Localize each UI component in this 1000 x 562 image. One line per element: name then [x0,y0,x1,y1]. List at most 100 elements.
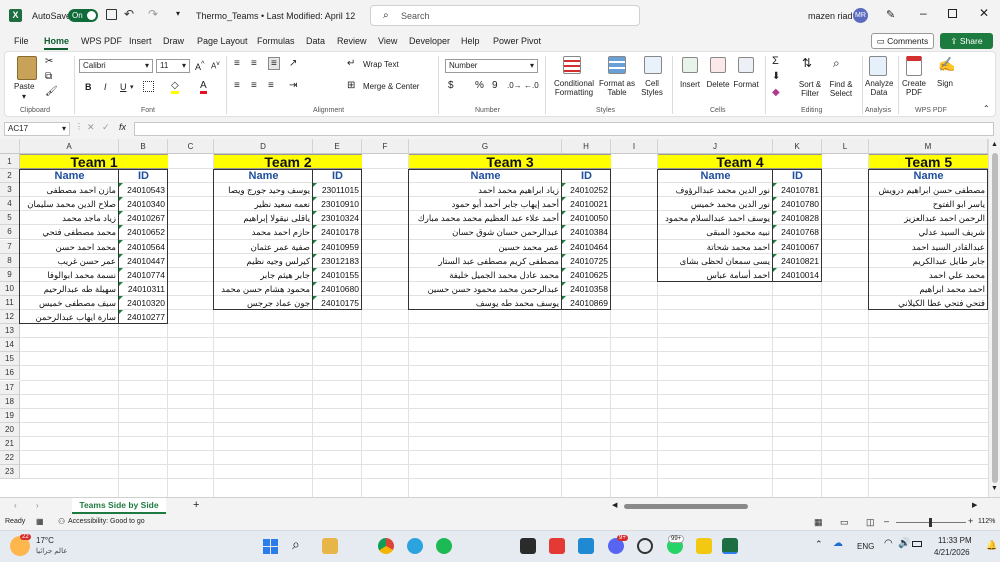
member-name[interactable]: سهيلة طه عبدالرحيم [20,282,119,296]
wifi-icon[interactable]: ◠ [884,538,893,549]
tab-insert[interactable]: Insert [129,36,152,46]
prev-sheet-icon[interactable]: ‹ [14,501,17,510]
accessibility-icon[interactable]: ⚇ [58,517,65,526]
member-id[interactable]: 24010781 [773,183,822,197]
member-name[interactable]: يوسف وحيد جورج ويصا [214,183,313,197]
zoom-slider-thumb[interactable] [929,518,932,527]
tab-review[interactable]: Review [337,36,367,46]
italic-button[interactable]: I [104,82,107,92]
member-id[interactable]: 24010175 [313,295,362,310]
minimize-icon[interactable]: – [920,6,927,20]
zoom-in-icon[interactable]: + [968,516,973,526]
fill-icon[interactable]: ⬇ [772,71,780,82]
column-header[interactable]: G [409,139,562,154]
volume-icon[interactable]: 🔊 [898,538,910,549]
formula-bar-menu-icon[interactable]: ⋮ [75,122,83,131]
member-id[interactable]: 24010050 [562,211,611,225]
document-title[interactable]: Thermo_Teams • Last Modified: April 12 [196,11,355,21]
excel-taskbar-icon[interactable] [722,538,738,554]
member-name[interactable]: زياد ماجد محمد [20,211,119,225]
comma-button[interactable]: 9 [492,80,498,91]
member-id[interactable]: 23011015 [313,183,362,197]
increase-decimal-icon[interactable]: .0→ [507,81,522,90]
terminal-icon[interactable] [520,538,536,554]
row-header[interactable]: 21 [0,436,20,451]
tab-home[interactable]: Home [44,36,69,46]
weather-desc[interactable]: عالم جراثيا [36,547,67,555]
member-name[interactable]: ياسر ابو الفتوح [869,197,988,211]
column-header[interactable]: M [869,139,988,154]
row-header[interactable]: 5 [0,211,20,226]
sign-icon[interactable]: ✍ [938,56,955,73]
next-sheet-icon[interactable]: › [36,501,39,510]
autosave-toggle[interactable]: On [68,9,98,22]
tab-wps-pdf[interactable]: WPS PDF [81,36,122,46]
shrink-font-icon[interactable]: Av [211,60,220,71]
member-name[interactable]: جابر هيثم جابر [214,268,313,282]
member-name[interactable]: محمد مصطفى فتحي [20,225,119,239]
scroll-up-icon[interactable]: ▲ [991,141,998,148]
conditional-formatting-icon[interactable] [563,56,581,74]
horizontal-scrollbar[interactable]: ◀ ▶ [612,502,982,511]
vertical-scrollbar[interactable]: ▲ ▼ [988,139,1000,497]
member-name[interactable]: شريف السيد عدلي [869,225,988,239]
column-header[interactable]: H [562,139,611,154]
tab-formulas[interactable]: Formulas [257,36,295,46]
member-name[interactable]: صلاح الدين محمد سليمان [20,197,119,211]
wrap-text-icon[interactable]: ↵ [347,58,355,69]
align-center-icon[interactable]: ≡ [251,80,257,91]
name-box[interactable]: AC17 ▾ [4,122,70,136]
page-break-view-icon[interactable]: ◫ [866,517,875,528]
member-name[interactable]: سارة ايهاب عبدالرحمن [20,310,119,324]
borders-icon[interactable] [143,81,154,92]
language-indicator[interactable]: ENG [857,542,874,551]
sheet-tab-teams[interactable]: Teams Side by Side [72,498,166,514]
sign-button[interactable]: Sign [933,79,957,88]
decrease-decimal-icon[interactable]: ←.0 [524,81,539,90]
conditional-formatting-button[interactable]: Conditional Formatting [550,79,598,97]
column-header[interactable]: K [773,139,822,154]
row-header[interactable]: 20 [0,422,20,437]
tab-page-layout[interactable]: Page Layout [197,36,248,46]
spotify-icon[interactable] [436,538,452,554]
paste-dropdown-icon[interactable]: ▾ [22,92,26,101]
row-header[interactable]: 6 [0,225,20,240]
enter-formula-icon[interactable]: ✓ [102,122,110,133]
member-name[interactable]: نبيه محمود المبقى [658,225,773,239]
member-name[interactable]: جابر طايل عبدالكريم [869,254,988,268]
member-name[interactable]: مصطفى كريم مصطفى عبد الستار [409,254,562,268]
member-name[interactable]: نور الدين محمد عبدالرؤوف [658,183,773,197]
align-right-icon[interactable]: ≡ [268,80,274,91]
clock-time[interactable]: 11:33 PM [938,536,972,545]
add-sheet-button[interactable]: + [193,499,199,511]
insert-cells-button[interactable]: Insert [676,80,704,89]
clock-date[interactable]: 4/21/2026 [934,548,970,557]
create-pdf-button[interactable]: Create PDF [900,79,928,97]
user-name[interactable]: mazen riad [808,11,853,21]
row-header[interactable]: 18 [0,394,20,409]
indent-icon[interactable]: ⇥ [289,80,297,91]
member-id[interactable]: 23012183 [313,253,362,268]
member-name[interactable]: عمر محمد حسين [409,240,562,254]
weather-temp[interactable]: 17°C [36,536,54,545]
member-id[interactable]: 24010464 [562,239,611,254]
restore-icon[interactable] [948,9,957,18]
select-all-corner[interactable] [0,139,20,154]
row-header[interactable]: 23 [0,465,20,480]
member-name[interactable]: عبدالرحمن حسان شوق حسان [409,225,562,239]
member-id[interactable]: 24010252 [562,183,611,197]
row-header[interactable]: 7 [0,239,20,254]
member-name[interactable]: حازم احمد محمد [214,225,313,239]
column-header[interactable]: A [20,139,119,154]
chrome-icon[interactable] [378,538,394,554]
row-header[interactable]: 3 [0,183,20,198]
member-name[interactable]: يوسف احمد عبدالسلام محمود [658,211,773,225]
cloud-icon[interactable]: ☁ [833,538,843,549]
file-explorer-icon[interactable] [322,538,338,554]
undo-icon[interactable]: ↶ [124,7,134,21]
format-painter-icon[interactable]: 🖌 [45,86,58,97]
search-box[interactable]: ⌕ Search [370,5,640,26]
member-id[interactable]: 24010067 [773,239,822,254]
member-id[interactable]: 24010320 [119,295,168,310]
member-id[interactable]: 24010267 [119,211,168,225]
